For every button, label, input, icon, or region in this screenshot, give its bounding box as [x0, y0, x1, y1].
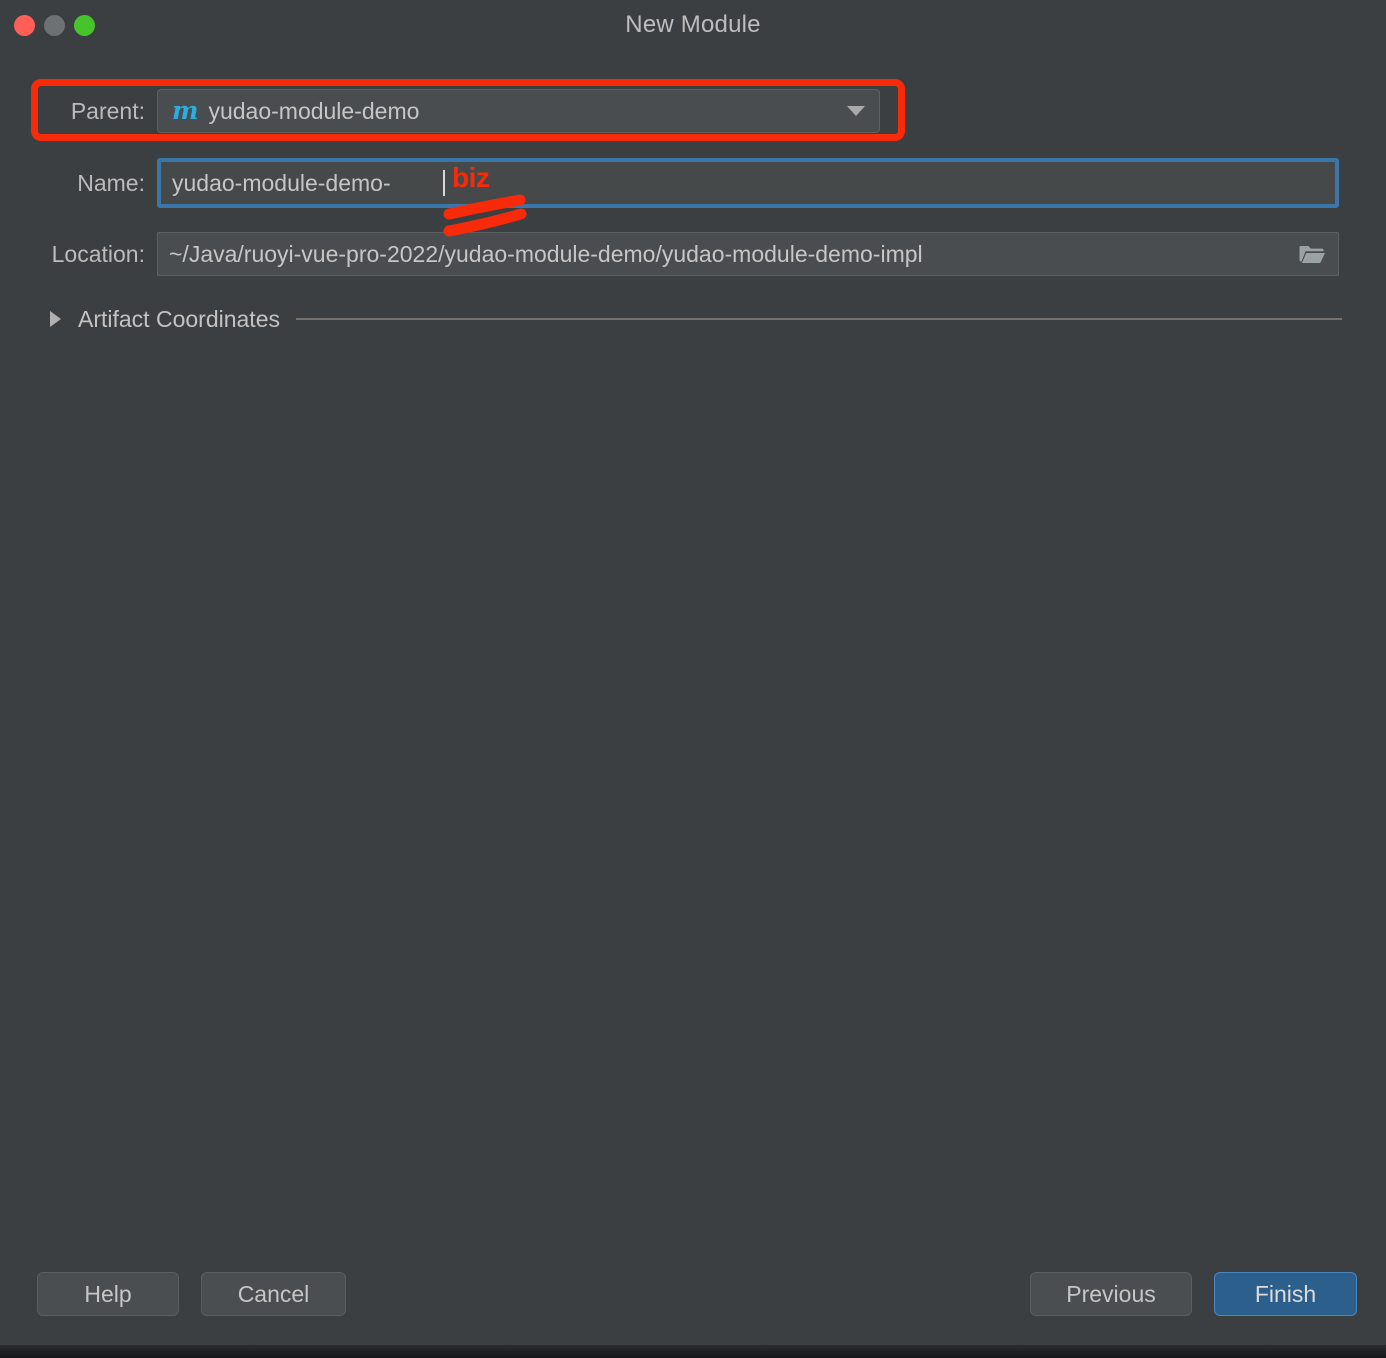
parent-combobox[interactable]: m yudao-module-demo [157, 89, 880, 133]
name-row: Name: yudao-module-demo- [34, 158, 1344, 208]
section-divider [296, 318, 1342, 320]
title-bar: New Module [0, 0, 1386, 50]
artifact-coordinates-label: Artifact Coordinates [78, 306, 280, 333]
previous-button[interactable]: Previous [1030, 1272, 1192, 1316]
finish-button[interactable]: Finish [1214, 1272, 1357, 1316]
name-input[interactable]: yudao-module-demo- [157, 158, 1339, 208]
artifact-coordinates-section[interactable]: Artifact Coordinates [50, 303, 1342, 335]
new-module-dialog: New Module Parent: m yudao-module-demo N… [0, 0, 1386, 1345]
location-input-value: ~/Java/ruoyi-vue-pro-2022/yudao-module-d… [169, 241, 923, 268]
location-row: Location: ~/Java/ruoyi-vue-pro-2022/yuda… [34, 232, 1344, 276]
folder-open-icon[interactable] [1296, 241, 1328, 267]
parent-selected-value: yudao-module-demo [208, 98, 419, 125]
triangle-right-icon[interactable] [50, 311, 61, 327]
text-caret [443, 170, 445, 196]
name-label: Name: [34, 170, 157, 197]
location-input[interactable]: ~/Java/ruoyi-vue-pro-2022/yudao-module-d… [157, 232, 1339, 276]
window-title: New Module [0, 11, 1386, 39]
parent-label: Parent: [34, 98, 157, 125]
chevron-down-icon[interactable] [847, 106, 865, 116]
location-label: Location: [34, 241, 157, 268]
cancel-button[interactable]: Cancel [201, 1272, 346, 1316]
parent-row: Parent: m yudao-module-demo [34, 88, 904, 134]
maven-m-icon: m [172, 98, 198, 123]
help-button[interactable]: Help [37, 1272, 179, 1316]
window-drop-shadow [0, 1345, 1386, 1358]
name-input-value: yudao-module-demo- [172, 170, 391, 197]
